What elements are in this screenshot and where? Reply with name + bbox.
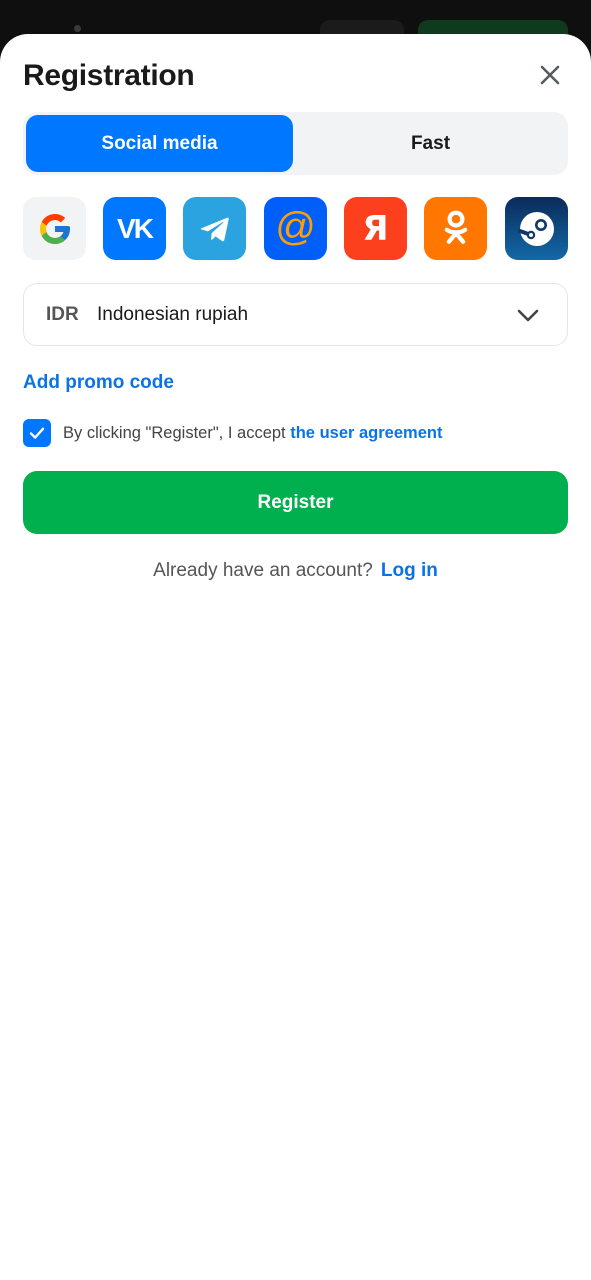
register-button[interactable]: Register — [23, 471, 568, 534]
telegram-icon — [200, 217, 229, 241]
currency-name: Indonesian rupiah — [97, 304, 249, 325]
telegram-button[interactable] — [183, 197, 246, 260]
tab-fast[interactable]: Fast — [296, 115, 565, 172]
vk-icon: VK — [117, 212, 154, 244]
tab-social-media[interactable]: Social media — [26, 115, 293, 172]
chevron-down-icon — [517, 309, 539, 322]
add-promo-code-link[interactable]: Add promo code — [23, 372, 174, 394]
vk-button[interactable]: VK — [103, 197, 166, 260]
page-title: Registration — [23, 59, 195, 92]
registration-sheet: Registration Social media Fast VK @ Я ID… — [0, 34, 591, 1280]
user-agreement-link[interactable]: the user agreement — [290, 424, 442, 442]
login-link[interactable]: Log in — [381, 560, 438, 581]
mailru-icon: @ — [275, 204, 316, 249]
yandex-button[interactable]: Я — [344, 197, 407, 260]
steam-icon — [517, 211, 554, 246]
login-prompt-text: Already have an account? — [153, 560, 373, 581]
steam-button[interactable] — [505, 197, 568, 260]
mailru-button[interactable]: @ — [264, 197, 327, 260]
yandex-icon: Я — [362, 208, 389, 249]
odnoklassniki-icon — [444, 210, 467, 244]
background-dot — [74, 25, 81, 32]
agreement-checkbox[interactable] — [23, 419, 51, 447]
agreement-text: By clicking "Register", I accept the use… — [63, 424, 442, 443]
social-providers: VK @ Я — [23, 197, 568, 260]
agreement-label: By clicking "Register", I accept — [63, 424, 286, 442]
login-prompt: Already have an account? Log in — [0, 560, 591, 582]
google-button[interactable] — [23, 197, 86, 260]
currency-code: IDR — [46, 304, 79, 325]
registration-tabs: Social media Fast — [23, 112, 568, 175]
odnoklassniki-button[interactable] — [424, 197, 487, 260]
close-icon[interactable] — [535, 60, 565, 90]
google-icon — [39, 213, 70, 244]
checkmark-icon — [29, 427, 45, 439]
currency-select[interactable]: IDR Indonesian rupiah — [23, 283, 568, 346]
